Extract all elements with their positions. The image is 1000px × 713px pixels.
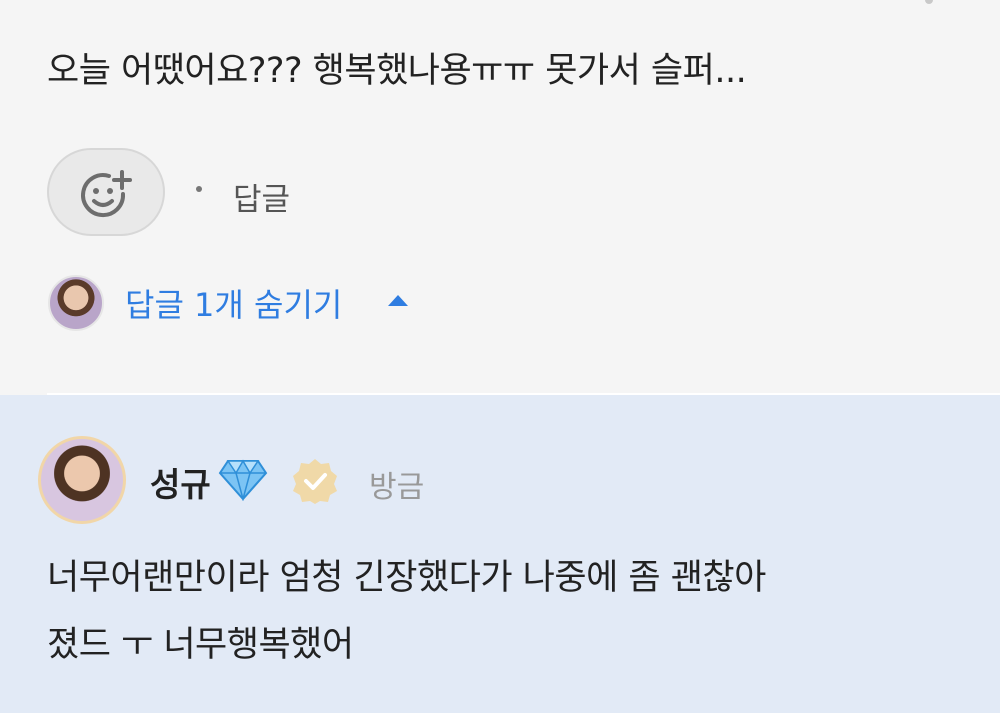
more-options-icon[interactable]: [925, 0, 933, 4]
comment-text: 오늘 어땠어요??? 행복했나용ㅠㅠ 못가서 슬퍼...: [47, 51, 747, 91]
reply-avatar[interactable]: [38, 436, 126, 524]
reply-button[interactable]: 답글: [233, 174, 290, 219]
add-reaction-button[interactable]: [47, 148, 165, 236]
reply-text: 너무어랜만이라 엄청 긴장했다가 나중에 좀 괜찮아 졌드 ㅜ 너무행복했어: [47, 558, 766, 665]
diamond-icon: [218, 459, 268, 501]
reply-username[interactable]: 성규: [150, 458, 211, 506]
add-reaction-icon: [81, 170, 132, 218]
verified-badge-icon: [293, 459, 337, 504]
caret-up-icon[interactable]: [387, 294, 409, 308]
reply-timestamp: 방금: [369, 470, 425, 505]
parent-comment: 오늘 어땠어요??? 행복했나용ㅠㅠ 못가서 슬퍼... 답글 답글 1개 숨기…: [0, 0, 1000, 395]
hide-replies-button[interactable]: 답글 1개 숨기기: [125, 280, 342, 326]
avatar: [48, 275, 104, 331]
separator-dot: [196, 186, 202, 192]
